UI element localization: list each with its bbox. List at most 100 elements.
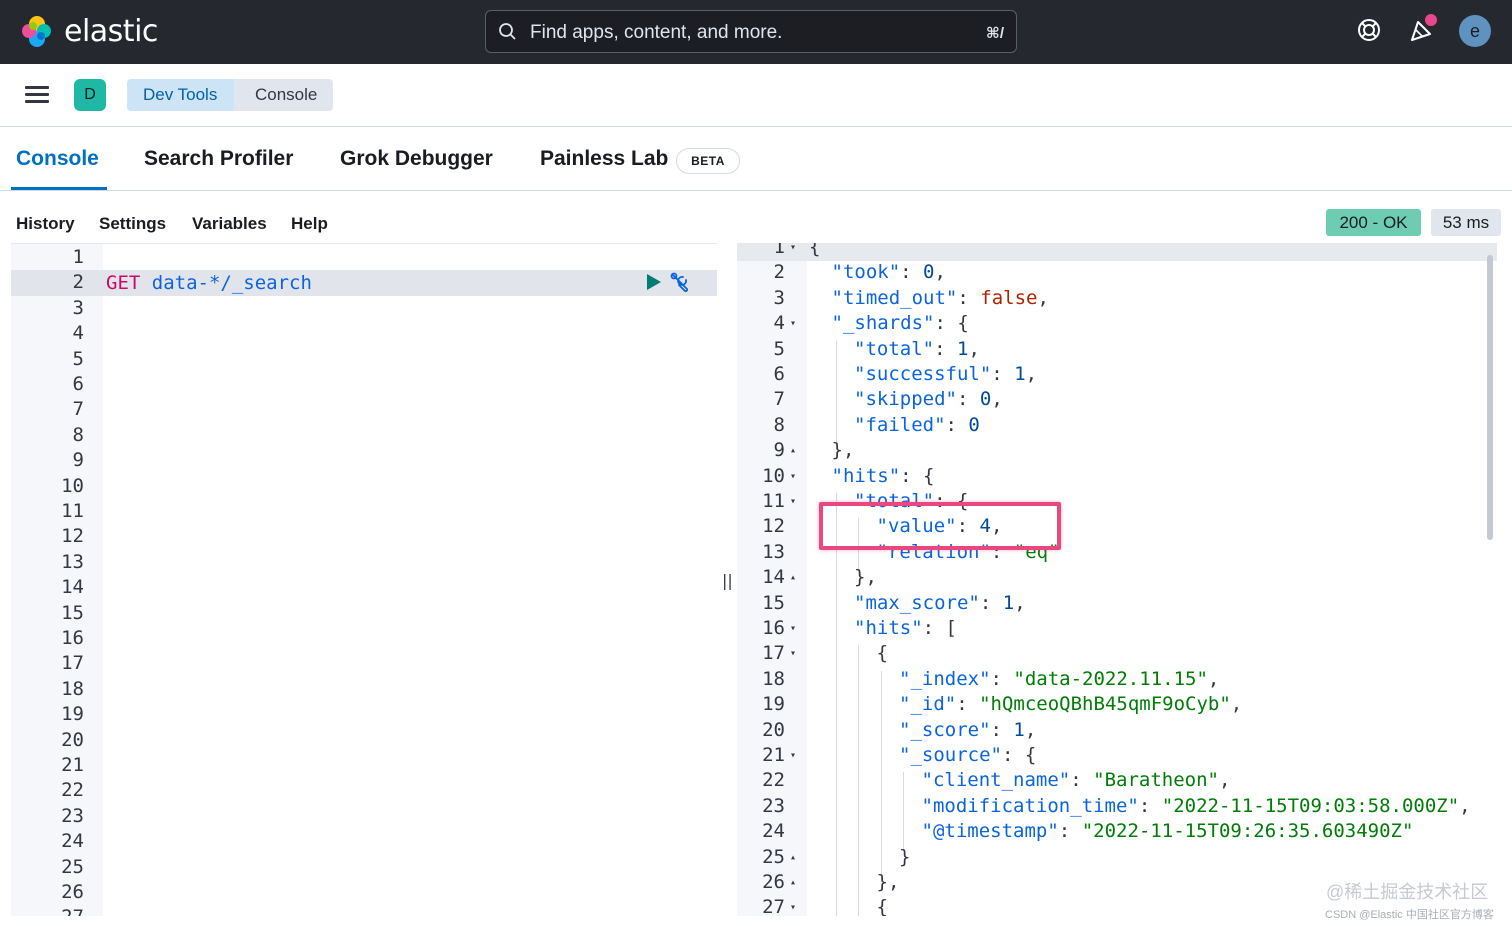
response-code-line: "@timestamp": "2022-11-15T09:26:35.60349… bbox=[921, 820, 1414, 843]
line-number: 25 bbox=[61, 855, 84, 878]
fold-expand-icon[interactable]: ▴ bbox=[790, 852, 796, 863]
indent-guide bbox=[835, 340, 837, 366]
line-number: 24 bbox=[762, 820, 785, 843]
indent-guide bbox=[903, 797, 904, 824]
line-number: 21 bbox=[61, 754, 84, 776]
line-number: 26 bbox=[762, 871, 785, 893]
indent-guide bbox=[858, 747, 859, 773]
indent-guide bbox=[835, 696, 837, 722]
breadcrumb-dev-tools[interactable]: Dev Tools bbox=[127, 79, 250, 111]
help-link[interactable]: Help bbox=[291, 214, 328, 234]
line-number: 24 bbox=[61, 830, 84, 853]
response-editor[interactable]: 1 ▾ 2 3 4 ▾ 5 6 7 8 9 ▴ 10 ▾ 11 ▾ 12 13 14 ▴ 15 16 ▾ 17 ▾ 18 19 20 2… bbox=[737, 243, 1497, 916]
duration-badge: 53 ms bbox=[1431, 209, 1501, 236]
line-number: 13 bbox=[762, 540, 785, 563]
line-number: 6 bbox=[773, 363, 785, 385]
line-number: 7 bbox=[72, 398, 84, 421]
fold-collapse-icon[interactable]: ▾ bbox=[790, 902, 796, 913]
line-number: 27 bbox=[11, 906, 84, 916]
line-number: 3 bbox=[773, 286, 785, 309]
indent-guide bbox=[835, 721, 837, 747]
menu-toggle-icon[interactable] bbox=[25, 86, 49, 104]
response-code-line: "failed": 0 bbox=[854, 413, 980, 436]
request-line[interactable]: GET data-*/_search bbox=[106, 272, 312, 294]
notification-dot bbox=[1425, 14, 1437, 26]
fold-expand-icon[interactable]: ▴ bbox=[790, 572, 796, 583]
wrench-icon[interactable] bbox=[669, 271, 691, 293]
response-code-line: "skipped": 0, bbox=[854, 388, 1003, 411]
status-badge: 200 - OK bbox=[1326, 209, 1421, 236]
indent-guide bbox=[880, 823, 882, 849]
line-number: 7 bbox=[773, 388, 785, 411]
tab-grok-debugger[interactable]: Grok Debugger bbox=[340, 147, 493, 171]
tab-console[interactable]: Console bbox=[16, 147, 99, 171]
line-number: 27 bbox=[762, 896, 785, 916]
line-number: 16 bbox=[61, 627, 84, 649]
variables-link[interactable]: Variables bbox=[192, 214, 267, 234]
line-number: 12 bbox=[61, 525, 84, 548]
request-editor[interactable]: 1 2 3 4 5 6 7 8 9 10 11 12 13 14 15 16 17 18 19 20 21 22 23 24 2… bbox=[11, 243, 717, 916]
user-avatar[interactable]: e bbox=[1459, 15, 1491, 47]
line-number: 12 bbox=[762, 515, 785, 538]
indent-guide bbox=[880, 721, 882, 747]
response-code-line: "max_score": 1, bbox=[854, 591, 1026, 614]
indent-guide bbox=[858, 899, 859, 916]
fold-expand-icon[interactable]: ▴ bbox=[790, 445, 796, 456]
indent-guide bbox=[880, 696, 882, 722]
send-request-icon[interactable] bbox=[647, 274, 661, 290]
request-path: data-*/_search bbox=[151, 272, 312, 294]
line-number: 2 bbox=[773, 261, 785, 284]
tab-search-profiler[interactable]: Search Profiler bbox=[144, 147, 293, 171]
fold-collapse-icon[interactable]: ▾ bbox=[790, 496, 796, 507]
search-icon bbox=[499, 23, 516, 40]
watermark-juejin: @稀土掘金技术社区 bbox=[1326, 882, 1489, 902]
indent-guide bbox=[835, 569, 837, 595]
history-link[interactable]: History bbox=[16, 214, 75, 234]
line-number: 19 bbox=[61, 703, 84, 726]
fold-collapse-icon[interactable]: ▾ bbox=[790, 318, 796, 329]
global-search-input[interactable]: Find apps, content, and more. ⌘/ bbox=[485, 10, 1017, 53]
fold-collapse-icon[interactable]: ▾ bbox=[790, 750, 796, 761]
fold-collapse-icon[interactable]: ▾ bbox=[790, 243, 796, 253]
settings-link[interactable]: Settings bbox=[99, 214, 166, 234]
response-code-line: "_index": "data-2022.11.15", bbox=[899, 667, 1220, 690]
line-number: 16 bbox=[762, 617, 785, 639]
brand-name[interactable]: elastic bbox=[64, 14, 158, 49]
line-number: 9 bbox=[773, 439, 785, 462]
indent-guide bbox=[880, 747, 882, 773]
resize-handle-icon[interactable]: || bbox=[722, 571, 733, 590]
indent-guide bbox=[835, 620, 837, 646]
space-avatar[interactable]: D bbox=[74, 79, 106, 111]
line-number: 23 bbox=[762, 794, 785, 817]
response-scrollbar[interactable] bbox=[1487, 255, 1493, 540]
help-icon[interactable] bbox=[1355, 16, 1383, 44]
tab-painless-lab[interactable]: Painless Lab bbox=[540, 147, 668, 171]
fold-expand-icon[interactable]: ▴ bbox=[790, 877, 796, 888]
response-code-line: "total": 1, bbox=[854, 337, 980, 360]
line-number: 20 bbox=[61, 728, 84, 751]
fold-collapse-icon[interactable]: ▾ bbox=[790, 623, 796, 634]
indent-guide bbox=[858, 848, 859, 874]
line-number: 6 bbox=[72, 373, 84, 395]
line-number: 4 bbox=[773, 312, 785, 335]
line-number: 11 bbox=[762, 490, 785, 512]
response-code-line: "hits": [ bbox=[854, 617, 957, 639]
indent-guide bbox=[835, 874, 837, 900]
response-code-line: { bbox=[809, 243, 821, 258]
indent-guide bbox=[835, 391, 837, 417]
response-code-line: "timed_out": false, bbox=[831, 286, 1049, 309]
line-number: 4 bbox=[72, 322, 84, 345]
indent-guide bbox=[858, 823, 859, 849]
line-number: 20 bbox=[762, 718, 785, 741]
indent-guide bbox=[835, 899, 837, 916]
indent-guide bbox=[858, 721, 859, 747]
elastic-logo-icon[interactable] bbox=[20, 14, 54, 48]
fold-collapse-icon[interactable]: ▾ bbox=[790, 648, 796, 659]
line-number: 18 bbox=[61, 677, 84, 700]
line-number: 1 bbox=[773, 243, 785, 258]
line-number: 26 bbox=[61, 881, 84, 903]
response-code-line: } bbox=[899, 845, 911, 868]
fold-collapse-icon[interactable]: ▾ bbox=[790, 471, 796, 482]
indent-guide bbox=[858, 874, 859, 900]
line-number: 18 bbox=[762, 667, 785, 690]
